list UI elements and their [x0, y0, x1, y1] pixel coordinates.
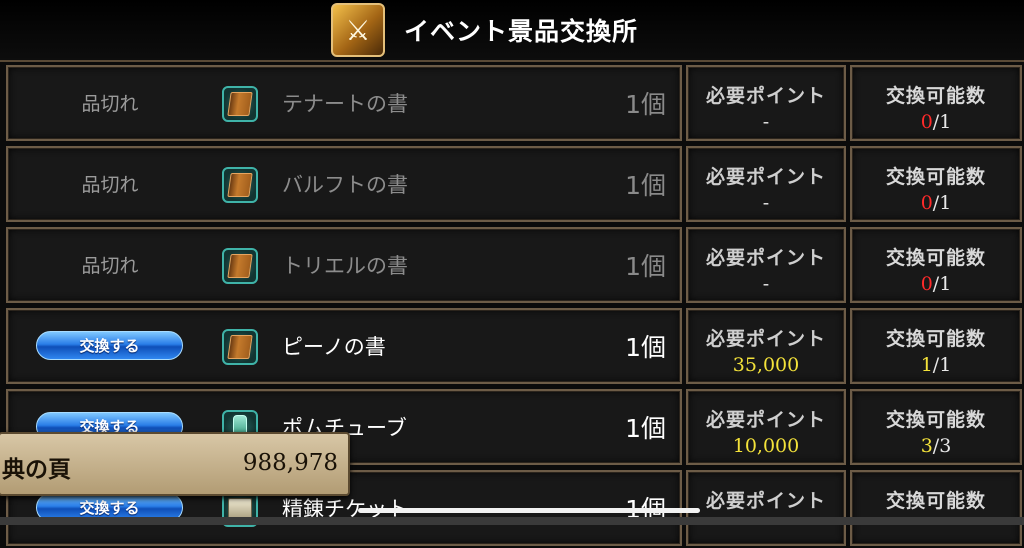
exchange-count-value: 1/1: [852, 354, 1020, 376]
item-quantity: 1個: [625, 413, 666, 443]
bottom-edge-bar: [0, 517, 1024, 525]
sold-out-label: 品切れ: [81, 255, 139, 277]
required-points-value: 35,000: [732, 354, 800, 376]
book-icon: [222, 86, 258, 122]
exchange-count-label: 交換可能数: [885, 328, 986, 350]
required-points-label: 必要ポイント: [705, 490, 826, 512]
exchange-row: 品切れ バルフトの書 1個 必要ポイント - 交換可能数 0/1: [0, 143, 1024, 224]
exchange-count-value: 0/1: [852, 273, 1020, 295]
exchange-count-label: 交換可能数: [885, 490, 986, 512]
exchange-row: 品切れ テナートの書 1個 必要ポイント - 交換可能数 0/1: [0, 62, 1024, 143]
exchange-count-max: /1: [932, 354, 952, 376]
book-icon: [222, 329, 258, 365]
book-icon: [222, 248, 258, 284]
item-quantity: 1個: [625, 170, 666, 200]
exchange-count-value: 0/1: [852, 111, 1020, 133]
exchange-count-value: 0/1: [852, 192, 1020, 214]
home-indicator[interactable]: [358, 508, 700, 513]
item-quantity: 1個: [625, 89, 666, 119]
page-title: イベント景品交換所: [404, 17, 639, 46]
required-points-value: -: [762, 111, 770, 133]
exchange-count-label: 交換可能数: [885, 247, 986, 269]
exchange-count-label: 交換可能数: [885, 409, 986, 431]
item-name: ピーノの書: [282, 334, 386, 359]
required-points-panel: 必要ポイント -: [686, 146, 846, 222]
book-icon: [222, 167, 258, 203]
item-name: トリエルの書: [282, 253, 408, 278]
exchange-count-used: 1: [920, 354, 933, 376]
required-points-panel: 必要ポイント -: [686, 227, 846, 303]
item-quantity: 1個: [625, 251, 666, 281]
required-points-label: 必要ポイント: [705, 247, 826, 269]
points-value: 988,978: [242, 450, 338, 476]
sold-out-label: 品切れ: [81, 93, 139, 115]
points-balance-panel: 典の頁 988,978: [0, 432, 350, 496]
exchange-count-panel: 交換可能数 3/3: [850, 389, 1022, 465]
exchange-count-used: 0: [920, 111, 933, 133]
exchange-count-value: 3/3: [852, 435, 1020, 457]
header-bar: ⚔ イベント景品交換所: [0, 0, 1024, 62]
exchange-count-max: /1: [932, 192, 952, 214]
required-points-value: 10,000: [732, 435, 800, 457]
required-points-panel: 必要ポイント -: [686, 65, 846, 141]
item-quantity: 1個: [625, 332, 666, 362]
sold-out-label: 品切れ: [81, 174, 139, 196]
required-points-value: -: [762, 273, 770, 295]
item-name: バルフトの書: [282, 172, 408, 197]
exchange-count-label: 交換可能数: [885, 85, 986, 107]
points-label: 典の頁: [2, 457, 71, 483]
required-points-label: 必要ポイント: [705, 409, 826, 431]
required-points-label: 必要ポイント: [705, 166, 826, 188]
exchange-row: 品切れ トリエルの書 1個 必要ポイント - 交換可能数 0/1: [0, 224, 1024, 305]
exchange-count-used: 0: [920, 273, 933, 295]
item-name: テナートの書: [282, 91, 408, 116]
exchange-button[interactable]: 交換する: [36, 331, 183, 360]
exchange-count-max: /1: [932, 111, 952, 133]
exchange-row: 交換する ピーノの書 1個 必要ポイント 35,000 交換可能数 1/1: [0, 305, 1024, 386]
exchange-count-max: /3: [932, 435, 952, 457]
required-points-value: -: [762, 192, 770, 214]
required-points-label: 必要ポイント: [705, 85, 826, 107]
exchange-count-used: 0: [920, 192, 933, 214]
exchange-count-used: 3: [920, 435, 933, 457]
exchange-count-panel: 交換可能数 0/1: [850, 227, 1022, 303]
required-points-panel: 必要ポイント 10,000: [686, 389, 846, 465]
required-points-panel: 必要ポイント 35,000: [686, 308, 846, 384]
exchange-count-panel: 交換可能数 0/1: [850, 65, 1022, 141]
exchange-count-label: 交換可能数: [885, 166, 986, 188]
required-points-label: 必要ポイント: [705, 328, 826, 350]
exchange-count-panel: 交換可能数: [850, 470, 1022, 546]
exchange-count-panel: 交換可能数 1/1: [850, 308, 1022, 384]
exchange-count-panel: 交換可能数 0/1: [850, 146, 1022, 222]
event-exchange-icon: ⚔: [331, 3, 385, 57]
required-points-panel: 必要ポイント: [686, 470, 846, 546]
exchange-count-max: /1: [932, 273, 952, 295]
